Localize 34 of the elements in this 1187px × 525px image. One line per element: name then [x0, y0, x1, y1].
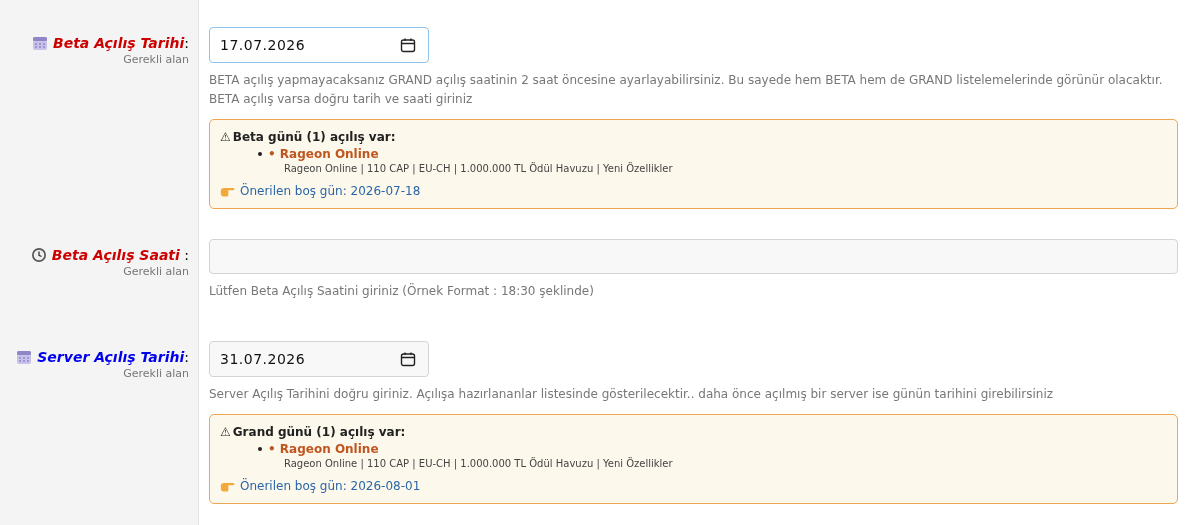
required-note: Gerekli alan — [123, 53, 189, 66]
calendar-icon — [16, 349, 33, 365]
server-details: Rageon Online | 110 CAP | EU-CH | 1.000.000 TL Ödül Havuzu | Yeni Özellikler — [284, 458, 674, 469]
field-label: Beta Açılış Tarihi — [53, 35, 185, 51]
notice-title: Grand günü (1) açılış var: — [232, 425, 406, 439]
notice-title: Beta günü (1) açılış var: — [232, 130, 396, 144]
clock-icon — [30, 247, 47, 263]
field-label: Server Açılış Tarihi — [37, 349, 185, 365]
bullet-icon — [258, 152, 262, 156]
field-label: Beta Açılış Saati — [51, 247, 180, 263]
colon: : — [184, 35, 189, 51]
time-field[interactable] — [209, 239, 1178, 274]
help-text: Lütfen Beta Açılış Saatini giriniz (Örnek Format : 18:30 şeklinde) — [209, 282, 595, 300]
required-note: Gerekli alan — [123, 265, 189, 278]
colon: : — [184, 349, 189, 365]
bullet-icon — [258, 447, 262, 451]
calendar-icon[interactable] — [400, 37, 416, 53]
server-name: • Rageon Online — [268, 147, 379, 161]
required-note: Gerekli alan — [123, 367, 189, 380]
calendar-icon — [32, 35, 48, 51]
date-field[interactable]: 31.07.2026 — [209, 341, 429, 377]
suggestion-text: Önerilen boş gün: 2026-08-01 — [240, 479, 421, 493]
pointing-hand-icon — [220, 185, 235, 197]
help-text: BETA açılış yapmayacaksanız GRAND açılış saatinin 2 saat öncesine ayarlayabilirsiniz. Bu sayede hem BETA hem de GRAND listelemelerinde görünür olacaktır. BETA açılış varsa doğru tarih ve saati giriniz — [209, 72, 1164, 108]
pointing-hand-icon — [220, 480, 235, 492]
date-field[interactable]: 17.07.2026 — [209, 27, 429, 63]
help-text: Server Açılış Tarihini doğru giriniz. Açılışa hazırlananlar listesinde gösterilecektir.. daha önce açılmış bir server ise günün tarihini girebilirsiniz — [209, 386, 1054, 403]
warning-icon: ⚠ — [220, 130, 231, 144]
colon: : — [183, 247, 189, 263]
suggestion-text: Önerilen boş gün: 2026-07-18 — [240, 184, 421, 198]
server-details: Rageon Online | 110 CAP | EU-CH | 1.000.000 TL Ödül Havuzu | Yeni Özellikler — [284, 163, 674, 174]
calendar-icon[interactable] — [400, 351, 416, 367]
server-name: • Rageon Online — [268, 442, 379, 456]
warning-icon: ⚠ — [220, 425, 231, 439]
